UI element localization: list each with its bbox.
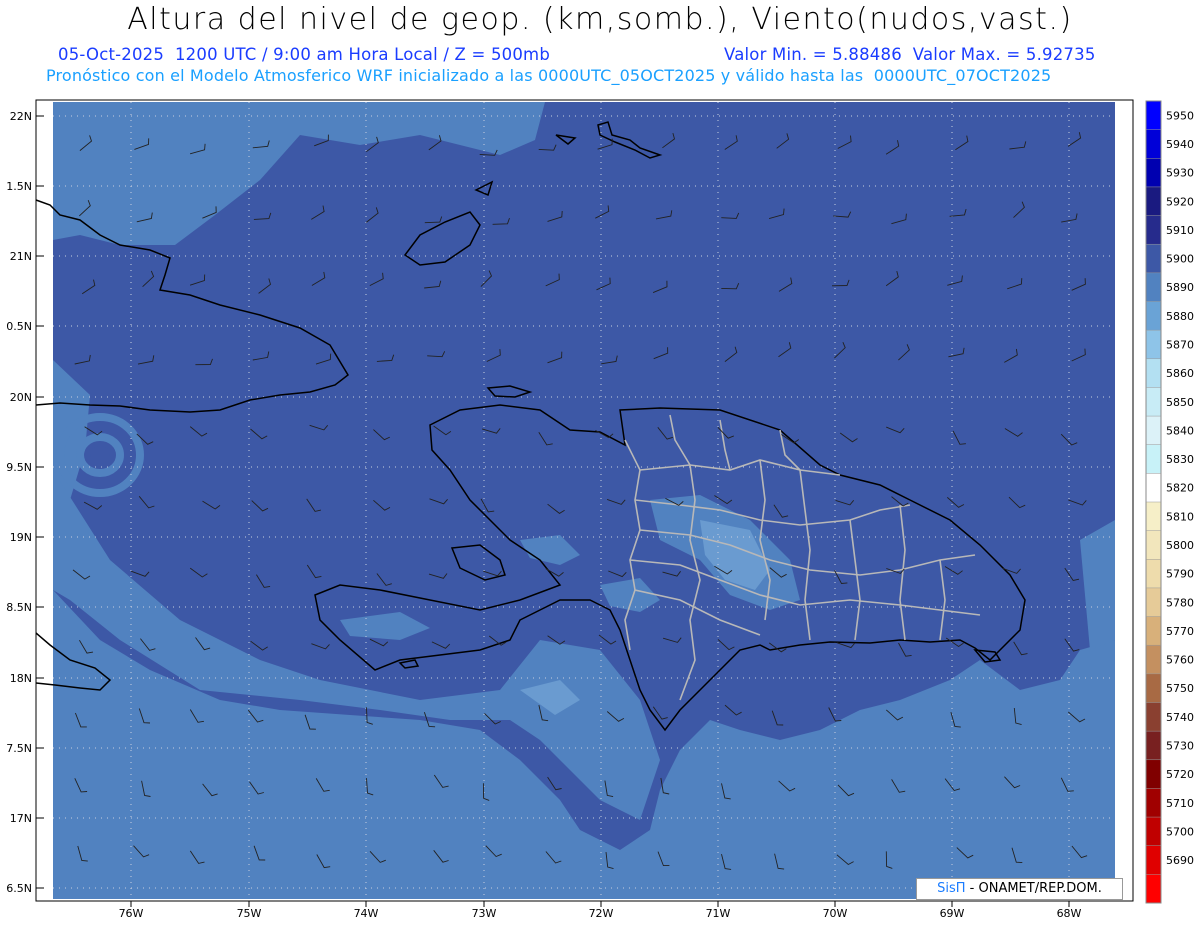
lon-label: 75W — [237, 907, 262, 920]
lat-label: 7.5N — [6, 742, 32, 755]
colorbar-swatch — [1146, 444, 1161, 474]
colorbar-swatch — [1146, 845, 1161, 875]
lon-label: 76W — [119, 907, 144, 920]
lat-label: 22N — [10, 110, 32, 123]
colorbar-swatch — [1146, 874, 1161, 904]
lat-label: 0.5N — [6, 320, 32, 333]
lat-label: 8.5N — [6, 601, 32, 614]
colorbar-label: 5860 — [1166, 367, 1194, 380]
lon-label: 74W — [354, 907, 379, 920]
colorbar-label: 5850 — [1166, 396, 1194, 409]
colorbar-label: 5760 — [1166, 654, 1194, 667]
colorbar-label: 5750 — [1166, 682, 1194, 695]
lat-label: 18N — [10, 672, 32, 685]
colorbar-swatch — [1146, 731, 1161, 761]
lat-label: 9.5N — [6, 461, 32, 474]
colorbar-swatch — [1146, 101, 1161, 131]
colorbar-label: 5780 — [1166, 596, 1194, 609]
colorbar-label: 5950 — [1166, 109, 1194, 122]
lon-label: 69W — [940, 907, 965, 920]
colorbar-swatch — [1146, 645, 1161, 675]
colorbar-swatch — [1146, 587, 1161, 618]
colorbar-swatch — [1146, 158, 1161, 188]
colorbar-swatch — [1146, 616, 1161, 646]
lat-label: 1.5N — [6, 180, 32, 193]
colorbar-label: 5830 — [1166, 453, 1194, 466]
colorbar-swatch — [1146, 387, 1161, 417]
colorbar-swatch — [1146, 759, 1161, 789]
colorbar-label: 5690 — [1166, 854, 1194, 867]
colorbar-label: 5800 — [1166, 539, 1194, 552]
colorbar-swatch — [1146, 673, 1161, 703]
colorbar-swatch — [1146, 702, 1161, 732]
weather-map: 22N 1.5N 21N 0.5N 20N 9.5N 19N 8.5N 18N 7.5N 17N 6.… — [6, 99, 1194, 920]
lat-label: 6.5N — [6, 882, 32, 895]
lat-label: 21N — [10, 250, 32, 263]
lon-label: 68W — [1057, 907, 1082, 920]
lon-label: 72W — [589, 907, 614, 920]
colorbar-label: 5900 — [1166, 253, 1194, 266]
colorbar-swatch — [1146, 416, 1161, 446]
colorbar-label: 5870 — [1166, 338, 1194, 351]
colorbar-label: 5880 — [1166, 310, 1194, 323]
colorbar-label: 5910 — [1166, 224, 1194, 237]
colorbar-label: 5730 — [1166, 739, 1194, 752]
colorbar-label: 5700 — [1166, 825, 1194, 838]
longitude-labels: 76W 75W 74W 73W 72W 71W 70W 69W 68W — [119, 901, 1082, 920]
colorbar-swatch — [1146, 817, 1161, 847]
colorbar-swatch — [1146, 129, 1161, 159]
credit-box: SisΠ - ONAMET/REP.DOM. — [916, 878, 1123, 900]
credit-label: - ONAMET/REP.DOM. — [965, 881, 1102, 896]
colorbar-swatch — [1146, 530, 1161, 560]
colorbar-swatch — [1146, 244, 1161, 274]
colorbar-label: 5710 — [1166, 797, 1194, 810]
colorbar-swatch — [1146, 358, 1161, 388]
colorbar: 5950 5940 5930 5920 5910 5900 5890 5880 5870 5860… — [1145, 100, 1194, 904]
colorbar-swatch — [1146, 502, 1161, 532]
colorbar-swatch — [1146, 301, 1161, 331]
lat-label: 20N — [10, 391, 32, 404]
colorbar-swatch — [1146, 330, 1161, 360]
colorbar-label: 5920 — [1166, 195, 1194, 208]
brand-label: SisΠ — [937, 881, 966, 896]
colorbar-label: 5720 — [1166, 768, 1194, 781]
colorbar-label: 5930 — [1166, 167, 1194, 180]
lat-label: 19N — [10, 531, 32, 544]
colorbar-label: 5940 — [1166, 138, 1194, 151]
colorbar-label: 5840 — [1166, 424, 1194, 437]
colorbar-label: 5820 — [1166, 482, 1194, 495]
colorbar-label: 5770 — [1166, 625, 1194, 638]
colorbar-swatch — [1146, 272, 1161, 302]
colorbar-label: 5810 — [1166, 510, 1194, 523]
colorbar-swatch — [1146, 788, 1161, 818]
lon-label: 73W — [472, 907, 497, 920]
colorbar-swatch — [1146, 186, 1161, 217]
lon-label: 70W — [823, 907, 848, 920]
lat-label: 17N — [10, 812, 32, 825]
lon-label: 71W — [706, 907, 731, 920]
colorbar-swatch — [1146, 559, 1161, 589]
colorbar-label: 5740 — [1166, 711, 1194, 724]
colorbar-swatch — [1146, 473, 1161, 503]
colorbar-swatch — [1146, 215, 1161, 245]
colorbar-label: 5790 — [1166, 568, 1194, 581]
colorbar-label: 5890 — [1166, 281, 1194, 294]
